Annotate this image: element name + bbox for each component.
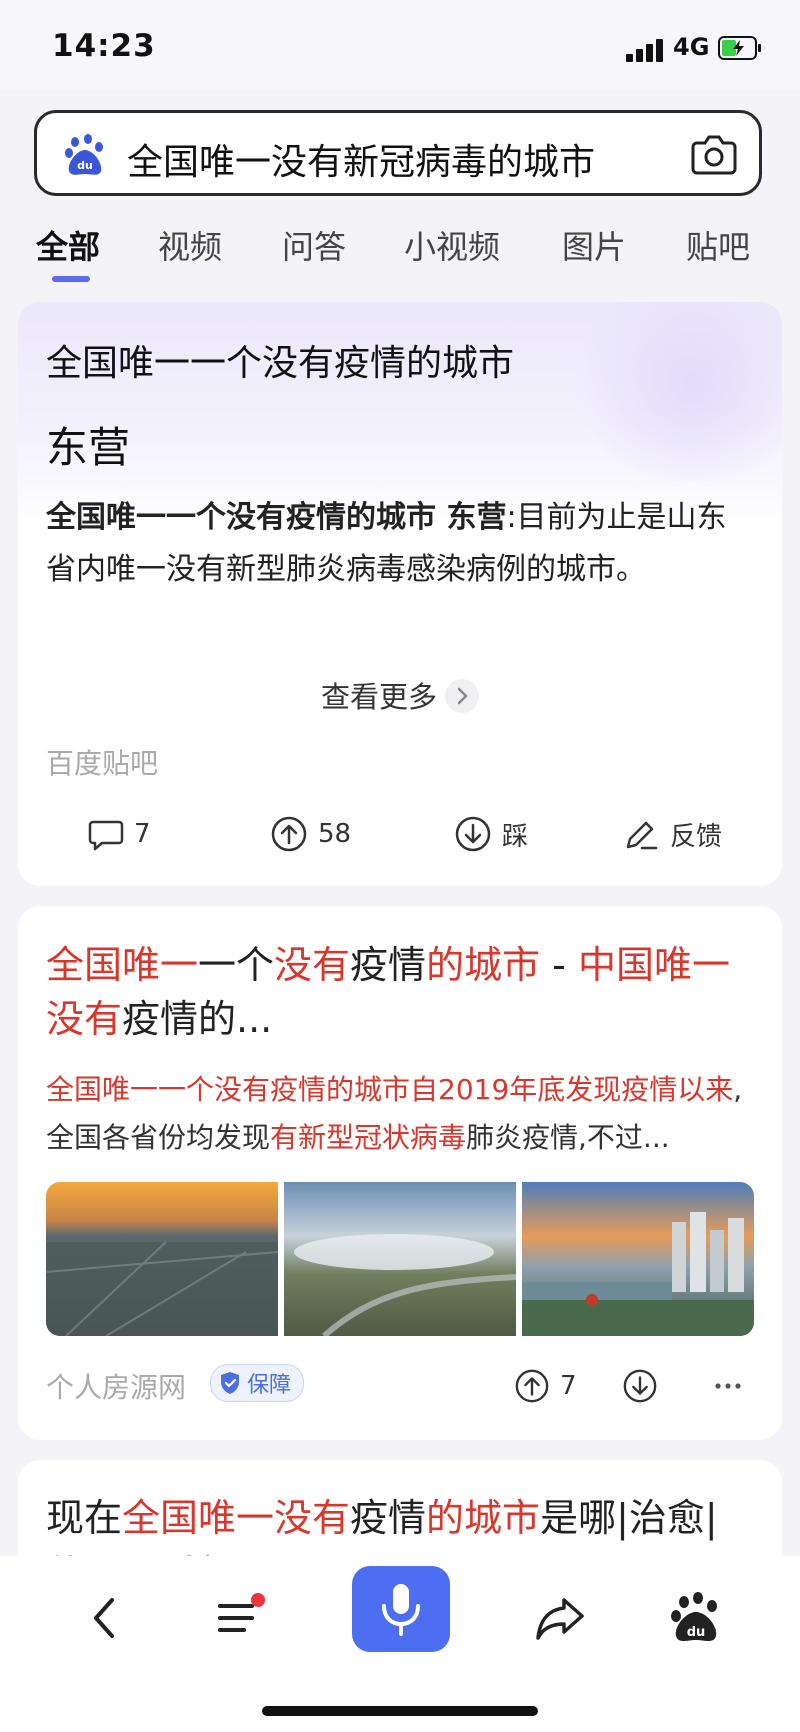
title-highlight: 全国唯一: [46, 943, 199, 987]
title-text: 疫情: [350, 1496, 427, 1540]
more-options-button[interactable]: [710, 1362, 756, 1410]
title-text: 现在: [46, 1496, 123, 1540]
search-tabs: 全部 视频 问答 小视频 图片 贴吧: [0, 222, 800, 292]
feedback-label: 反馈: [670, 821, 723, 852]
answer-body-bold: 全国唯一一个没有疫情的城市 东营: [46, 500, 507, 535]
tab-qa[interactable]: 问答: [282, 222, 346, 268]
title-text: -: [540, 943, 578, 987]
title-highlight: 的城市: [426, 1496, 541, 1540]
title-highlight: 的城市: [426, 943, 541, 987]
result-source[interactable]: 个人房源网: [46, 1366, 186, 1406]
search-result-card[interactable]: 全国唯一一个没有疫情的城市 - 中国唯一没有疫情的... 全国唯一一个没有疫情的…: [18, 906, 782, 1440]
downvote-icon: [455, 816, 491, 852]
tab-indicator: [52, 276, 90, 282]
answer-title: 全国唯一一个没有疫情的城市: [46, 343, 515, 384]
title-text: 疫情的...: [122, 997, 273, 1041]
search-input[interactable]: 全国唯一没有新冠病毒的城市: [127, 133, 595, 185]
search-box[interactable]: du 全国唯一没有新冠病毒的城市: [34, 110, 762, 196]
answer-card[interactable]: 全国唯一一个没有疫情的城市 东营 全国唯一一个没有疫情的城市 东营:目前为止是山…: [18, 302, 782, 886]
downvote-button[interactable]: [622, 1362, 668, 1410]
status-time: 14:23: [52, 28, 156, 64]
share-icon[interactable]: [528, 1586, 592, 1650]
status-bar: 14:23 4G: [0, 0, 800, 90]
network-label: 4G: [673, 33, 710, 61]
tab-tieba[interactable]: 贴吧: [686, 222, 750, 268]
answer-source[interactable]: 百度贴吧: [46, 742, 158, 782]
menu-icon[interactable]: [208, 1586, 272, 1650]
comment-button[interactable]: 7: [88, 810, 151, 858]
comment-count: 7: [134, 819, 151, 849]
title-text: 疫情: [350, 943, 427, 987]
tab-video[interactable]: 视频: [158, 222, 222, 268]
title-text: 一个: [198, 943, 275, 987]
answer-value: 东营: [46, 423, 131, 472]
snippet-highlight: 有新型冠状病毒: [270, 1121, 467, 1154]
upvote-count: 7: [560, 1371, 577, 1401]
voice-search-button[interactable]: [352, 1566, 450, 1652]
upvote-button[interactable]: 7: [514, 1362, 577, 1410]
battery-icon: [718, 36, 761, 60]
guarantee-badge: 保障: [210, 1364, 305, 1402]
upvote-icon: [515, 1369, 549, 1403]
city-aerial-image[interactable]: [46, 1182, 278, 1336]
title-highlight: 全国唯一没有: [122, 1496, 351, 1540]
river-aerial-image[interactable]: [284, 1182, 516, 1336]
answer-body: 全国唯一一个没有疫情的城市 东营:目前为止是山东省内唯一没有新型肺炎病毒感染病例…: [46, 492, 756, 596]
view-more-link[interactable]: 查看更多: [18, 674, 782, 716]
result-title-link[interactable]: 全国唯一一个没有疫情的城市 - 中国唯一没有疫情的...: [46, 938, 766, 1046]
card-glow: [562, 302, 782, 482]
edit-icon: [626, 821, 658, 850]
badge-label: 保障: [247, 1373, 292, 1398]
more-icon: [715, 1383, 741, 1389]
tab-images[interactable]: 图片: [562, 222, 626, 268]
title-highlight: 没有: [274, 943, 351, 987]
upvote-button[interactable]: 58: [270, 810, 351, 858]
tab-all[interactable]: 全部: [36, 222, 100, 268]
svg-text:du: du: [77, 159, 93, 172]
title-text: 是哪|治愈|: [540, 1496, 718, 1540]
comment-icon: [88, 820, 124, 851]
tab-short-video[interactable]: 小视频: [404, 222, 500, 268]
mic-icon: [382, 1584, 420, 1636]
back-icon[interactable]: [74, 1586, 138, 1650]
signal-icon: [626, 38, 666, 62]
result-actions: 7: [514, 1362, 754, 1406]
upvote-count: 58: [318, 819, 352, 849]
downvote-label: 踩: [502, 821, 529, 852]
baidu-home-icon[interactable]: du: [664, 1586, 728, 1650]
svg-text:du: du: [687, 1625, 706, 1640]
chevron-right-icon: [445, 679, 479, 713]
downvote-icon: [623, 1369, 657, 1403]
camera-icon[interactable]: [691, 133, 737, 175]
shield-icon: [221, 1372, 239, 1394]
view-more-label: 查看更多: [320, 680, 437, 714]
home-indicator: [262, 1706, 538, 1716]
result-images: [46, 1182, 754, 1336]
bottom-nav-bar: du: [0, 1556, 800, 1732]
baidu-logo-icon: du: [65, 134, 103, 175]
snippet-text: 肺炎疫情,不过...: [466, 1121, 670, 1154]
feedback-button[interactable]: 反馈: [622, 810, 722, 858]
result-snippet: 全国唯一一个没有疫情的城市自2019年底发现疫情以来,全国各省份均发现有新型冠状…: [46, 1066, 766, 1162]
result-title-link[interactable]: 现在全国唯一没有疫情的城市是哪|治愈|: [46, 1490, 766, 1546]
downvote-button[interactable]: 踩: [454, 810, 528, 858]
snippet-highlight: 全国唯一一个没有疫情的城市自2019年底发现疫情以来: [46, 1073, 734, 1106]
upvote-icon: [271, 816, 307, 852]
coastal-city-image[interactable]: [522, 1182, 754, 1336]
answer-actions: 7 58 踩 反馈: [18, 810, 782, 858]
